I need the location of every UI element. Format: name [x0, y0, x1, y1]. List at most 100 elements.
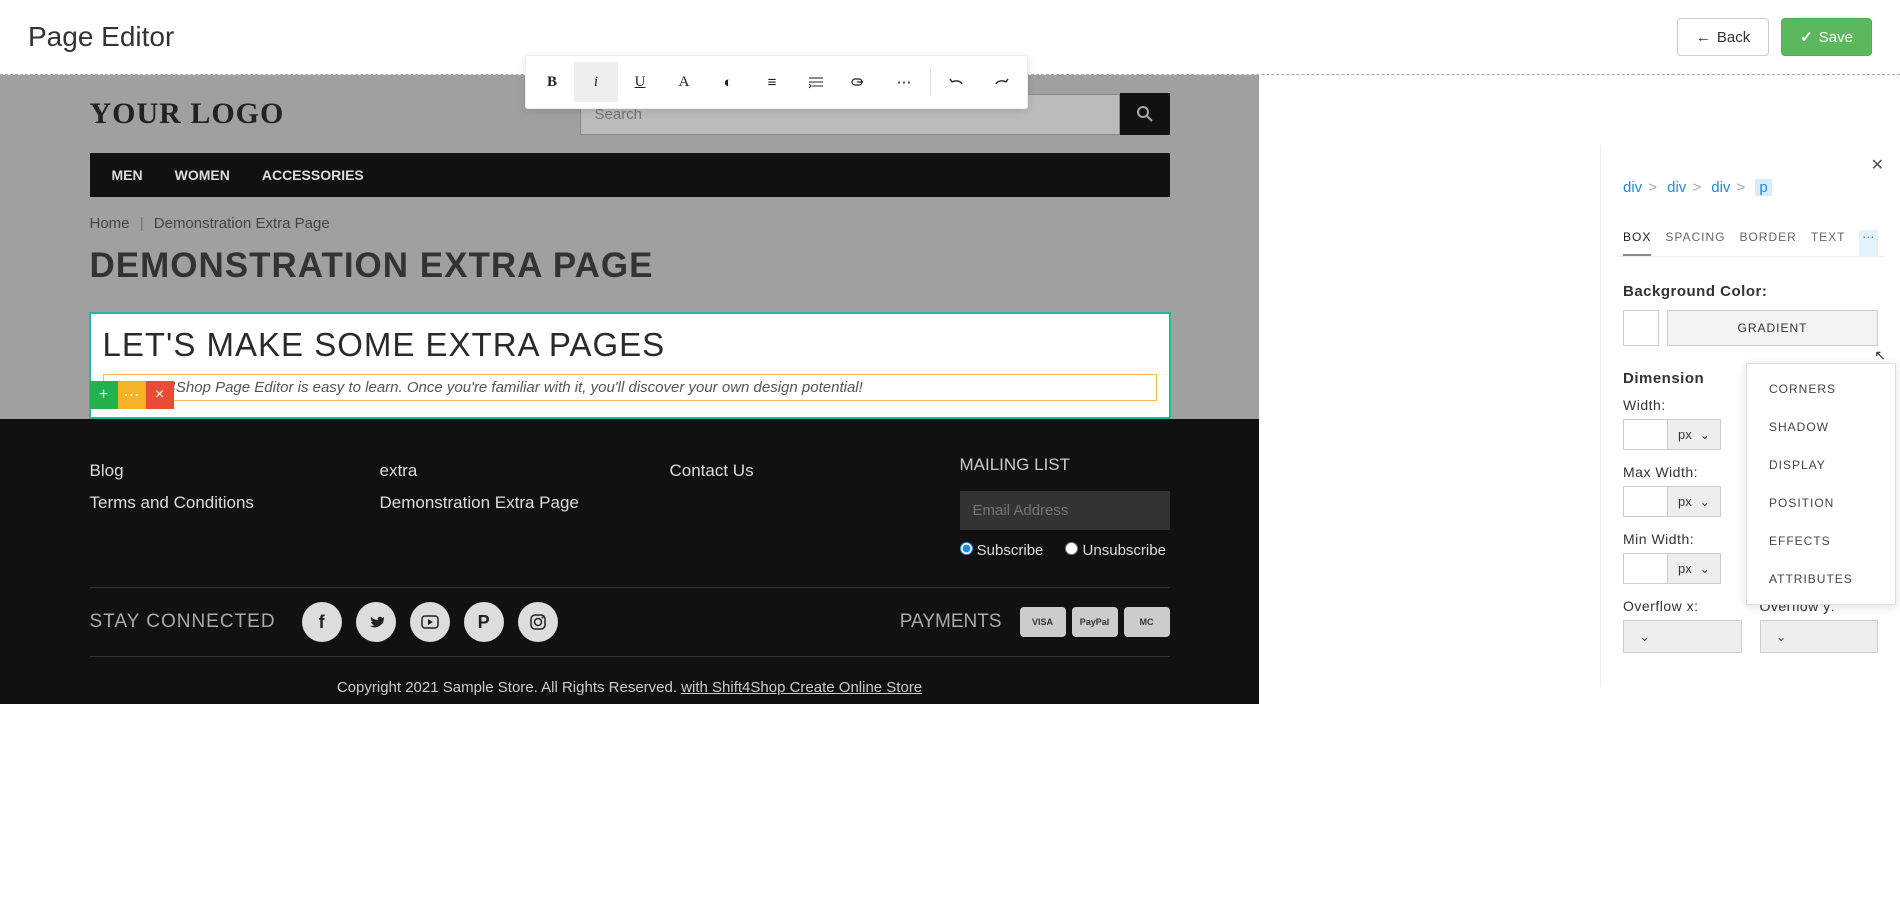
main-nav: MEN WOMEN ACCESSORIES: [90, 153, 1170, 197]
min-width-input[interactable]: [1623, 553, 1668, 584]
youtube-icon[interactable]: [410, 602, 450, 642]
undo-icon: [948, 76, 966, 88]
tab-border[interactable]: BORDER: [1739, 230, 1796, 256]
max-width-input[interactable]: [1623, 486, 1668, 517]
redo-button[interactable]: [979, 62, 1023, 102]
footer-copyright: Copyright 2021 Sample Store. All Rights …: [90, 657, 1170, 704]
background-color-swatch[interactable]: [1623, 310, 1659, 346]
twitter-icon[interactable]: [356, 602, 396, 642]
mastercard-icon: MC: [1124, 607, 1170, 637]
cursor-icon: ↖: [1874, 347, 1886, 364]
min-width-label: Min Width:: [1623, 531, 1742, 553]
add-element-button[interactable]: +: [90, 381, 118, 409]
font-button[interactable]: A: [662, 62, 706, 102]
search-button[interactable]: [1120, 93, 1170, 135]
footer-link-contact[interactable]: Contact Us: [670, 455, 900, 487]
crumb-div-2[interactable]: div: [1667, 179, 1686, 196]
subscribe-radio[interactable]: [960, 542, 973, 555]
editor-canvas[interactable]: YOUR LOGO MEN WOMEN ACCESSORIES Home | D…: [0, 75, 1259, 704]
element-controls: + ⋯ ×: [90, 381, 174, 409]
crumb-div-3[interactable]: div: [1711, 179, 1730, 196]
gradient-button[interactable]: GRADIENT: [1667, 310, 1878, 346]
element-options-button[interactable]: ⋯: [118, 381, 146, 409]
close-panel-button[interactable]: ✕: [1871, 155, 1884, 175]
overflow-x-select[interactable]: [1623, 620, 1742, 653]
menu-shadow[interactable]: SHADOW: [1747, 408, 1895, 446]
footer-link-demo[interactable]: Demonstration Extra Page: [380, 487, 610, 519]
header-actions: Back Save: [1677, 18, 1872, 56]
property-tabs: BOX SPACING BORDER TEXT ⋯: [1617, 206, 1884, 257]
redo-icon: [992, 76, 1010, 88]
background-color-label: Background Color:: [1623, 277, 1878, 310]
paypal-card-icon: PayPal: [1072, 607, 1118, 637]
delete-element-button[interactable]: ×: [146, 381, 174, 409]
indent-icon: [808, 75, 824, 89]
width-label: Width:: [1623, 397, 1742, 419]
text-toolbar: B i U A ◐ ≡ ⋯: [525, 55, 1028, 109]
mailing-title: MAILING LIST: [960, 455, 1170, 491]
link-button[interactable]: [838, 62, 882, 102]
page-heading: DEMONSTRATION EXTRA PAGE: [90, 240, 1170, 312]
nav-item-men[interactable]: MEN: [112, 167, 143, 183]
underline-button[interactable]: U: [618, 62, 662, 102]
menu-position[interactable]: POSITION: [1747, 484, 1895, 522]
min-width-unit-select[interactable]: px: [1668, 553, 1721, 584]
width-unit-select[interactable]: px: [1668, 419, 1721, 450]
footer-credit-link[interactable]: with Shift4Shop Create Online Store: [681, 679, 922, 696]
menu-attributes[interactable]: ATTRIBUTES: [1747, 560, 1895, 598]
footer-link-terms[interactable]: Terms and Conditions: [90, 487, 320, 519]
tab-spacing[interactable]: SPACING: [1665, 230, 1725, 256]
back-button[interactable]: Back: [1677, 18, 1769, 56]
footer-link-blog[interactable]: Blog: [90, 455, 320, 487]
page-title: Page Editor: [28, 21, 174, 53]
magnify-icon: [1137, 106, 1153, 122]
crumb-div-1[interactable]: div: [1623, 179, 1642, 196]
selected-block[interactable]: LET'S MAKE SOME EXTRA PAGES The Shift4Sh…: [89, 312, 1171, 419]
overflow-y-select[interactable]: [1760, 620, 1879, 653]
contrast-button[interactable]: ◐: [706, 62, 750, 102]
breadcrumb-current: Demonstration Extra Page: [154, 215, 330, 232]
breadcrumb-sep: |: [140, 215, 144, 232]
align-button[interactable]: ≡: [750, 62, 794, 102]
pinterest-icon[interactable]: P: [464, 602, 504, 642]
check-icon: [1800, 28, 1813, 46]
indent-button[interactable]: [794, 62, 838, 102]
stay-connected-title: STAY CONNECTED: [90, 611, 276, 633]
breadcrumb: Home | Demonstration Extra Page: [90, 197, 1170, 240]
max-width-unit-select[interactable]: px: [1668, 486, 1721, 517]
menu-corners[interactable]: CORNERS: [1747, 370, 1895, 408]
link-icon: [851, 77, 869, 87]
overflow-x-label: Overflow x:: [1623, 598, 1742, 620]
site-logo: YOUR LOGO: [90, 97, 285, 131]
unsubscribe-radio[interactable]: [1065, 542, 1078, 555]
crumb-p[interactable]: p: [1755, 179, 1771, 196]
tab-more-button[interactable]: ⋯: [1859, 230, 1878, 256]
menu-effects[interactable]: EFFECTS: [1747, 522, 1895, 560]
arrow-left-icon: [1696, 29, 1711, 46]
properties-panel: ✕ div> div> div> p BOX SPACING BORDER TE…: [1600, 145, 1900, 687]
tab-box[interactable]: BOX: [1623, 230, 1651, 256]
width-input[interactable]: [1623, 419, 1668, 450]
more-button[interactable]: ⋯: [882, 62, 926, 102]
block-paragraph[interactable]: The Shift4Shop Page Editor is easy to le…: [103, 374, 1157, 401]
mailing-email-input[interactable]: [960, 491, 1170, 530]
bold-button[interactable]: B: [530, 62, 574, 102]
element-breadcrumb: div> div> div> p: [1617, 159, 1884, 206]
tab-text[interactable]: TEXT: [1811, 230, 1846, 256]
undo-button[interactable]: [935, 62, 979, 102]
italic-button[interactable]: i: [574, 62, 618, 102]
nav-item-women[interactable]: WOMEN: [175, 167, 230, 183]
toolbar-separator: [930, 68, 931, 96]
breadcrumb-home[interactable]: Home: [90, 215, 130, 232]
facebook-icon[interactable]: f: [302, 602, 342, 642]
visa-card-icon: VISA: [1020, 607, 1066, 637]
save-button[interactable]: Save: [1781, 18, 1872, 56]
block-heading[interactable]: LET'S MAKE SOME EXTRA PAGES: [103, 326, 1157, 374]
payments-title: PAYMENTS: [900, 611, 1002, 633]
footer-link-extra[interactable]: extra: [380, 455, 610, 487]
unsubscribe-option[interactable]: Unsubscribe: [1065, 542, 1166, 559]
menu-display[interactable]: DISPLAY: [1747, 446, 1895, 484]
instagram-icon[interactable]: [518, 602, 558, 642]
nav-item-accessories[interactable]: ACCESSORIES: [262, 167, 364, 183]
subscribe-option[interactable]: Subscribe: [960, 542, 1044, 559]
